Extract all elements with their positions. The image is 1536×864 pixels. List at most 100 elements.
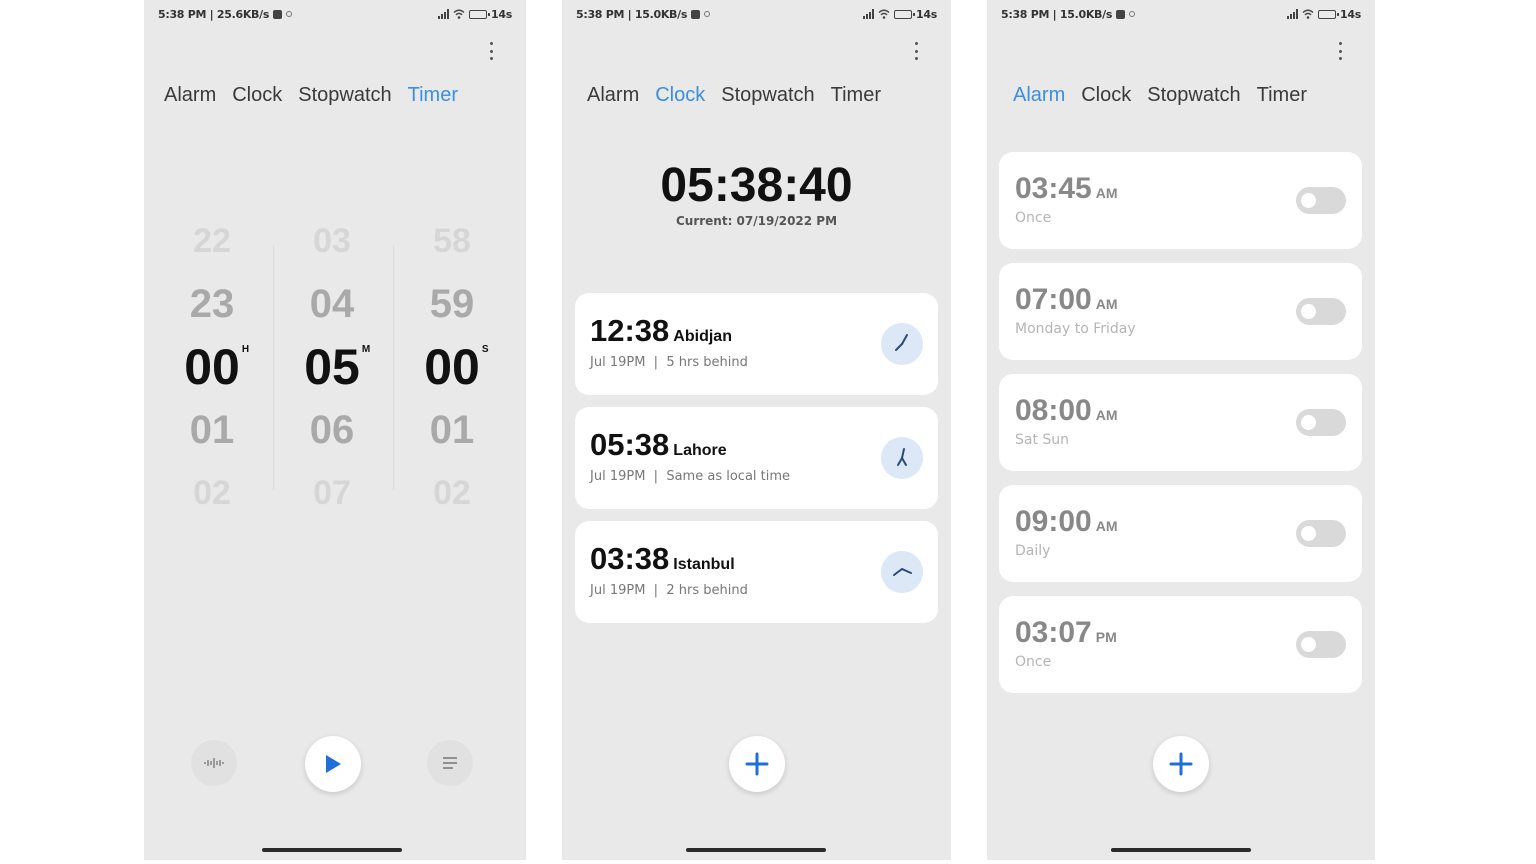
alarm-time: 07:00 — [1015, 283, 1092, 316]
city-offset: 5 hrs behind — [666, 355, 748, 370]
city-date: Jul 19PM — [590, 355, 646, 370]
wifi-icon — [878, 9, 890, 19]
alarm-toggle[interactable] — [1296, 631, 1346, 658]
tab-timer[interactable]: Timer — [1257, 84, 1307, 107]
alarm-time: 03:07 — [1015, 616, 1092, 649]
alarm-toggle[interactable] — [1296, 409, 1346, 436]
clock-face-icon — [881, 323, 923, 365]
more-vert-icon[interactable] — [1337, 42, 1343, 60]
notification-icon — [691, 9, 701, 19]
alarm-toggle[interactable] — [1296, 298, 1346, 325]
city-name: Istanbul — [673, 556, 735, 573]
battery-label: 14s — [491, 7, 512, 21]
sound-button[interactable] — [191, 740, 237, 786]
alarm-repeat: Once — [1015, 654, 1052, 670]
battery-icon — [469, 9, 491, 19]
play-icon — [326, 755, 341, 773]
tab-timer[interactable]: Timer — [408, 84, 458, 107]
alarm-ampm: AM — [1095, 407, 1118, 423]
picker-value: 04 — [309, 282, 355, 326]
tab-clock[interactable]: Clock — [232, 84, 282, 107]
picker-value: 02 — [433, 474, 471, 512]
alarm-ampm: AM — [1095, 185, 1118, 201]
city-offset: 2 hrs behind — [666, 583, 748, 598]
add-icon — [1169, 752, 1193, 776]
seconds-picker[interactable]: 58 59 00 S 01 02 — [397, 210, 507, 525]
hours-picker[interactable]: 22 23 00 H 01 02 — [157, 210, 267, 525]
wifi-icon — [453, 9, 465, 19]
alarm-toggle[interactable] — [1296, 187, 1346, 214]
alarm-card[interactable]: 08:00 AM Sat Sun — [999, 374, 1362, 471]
signal-icon — [1287, 9, 1299, 19]
alarm-repeat: Monday to Friday — [1015, 321, 1136, 337]
alarm-ampm: PM — [1095, 629, 1117, 645]
city-time: 05:38 — [590, 427, 670, 462]
status-time: 5:38 PM | 25.6KB/s — [158, 7, 270, 21]
picker-value: 07 — [313, 474, 351, 512]
tab-clock[interactable]: Clock — [655, 84, 705, 107]
picker-value: 22 — [193, 222, 231, 260]
tab-alarm[interactable]: Alarm — [587, 84, 639, 107]
local-time: 05:38:40 — [660, 159, 853, 212]
picker-selected-value: 05 M — [277, 336, 387, 399]
alarm-time: 03:45 — [1015, 172, 1092, 205]
alarm-card[interactable]: 03:07 PM Once — [999, 596, 1362, 693]
alarm-card[interactable]: 07:00 AM Monday to Friday — [999, 263, 1362, 360]
wifi-icon — [1302, 9, 1314, 19]
timer-screen: 5:38 PM | 25.6KB/s 14s Alarm Clock Stopw… — [144, 0, 526, 860]
home-indicator[interactable] — [1111, 848, 1251, 852]
home-indicator[interactable] — [262, 848, 402, 852]
timer-list-button[interactable] — [427, 740, 473, 786]
notification-icon — [1116, 9, 1126, 19]
tab-stopwatch[interactable]: Stopwatch — [721, 84, 814, 107]
home-indicator[interactable] — [686, 848, 826, 852]
tab-clock[interactable]: Clock — [1081, 84, 1131, 107]
notification-dot-icon — [286, 11, 293, 17]
alarm-card[interactable]: 09:00 AM Daily — [999, 485, 1362, 582]
status-bar: 5:38 PM | 15.0KB/s 14s — [1001, 6, 1361, 22]
status-time: 5:38 PM | 15.0KB/s — [576, 7, 688, 21]
picker-unit: M — [361, 344, 371, 355]
city-time: 12:38 — [590, 313, 670, 348]
tab-bar: Alarm Clock Stopwatch Timer — [587, 84, 881, 107]
alarm-repeat: Sat Sun — [1015, 432, 1070, 448]
tab-stopwatch[interactable]: Stopwatch — [1147, 84, 1240, 107]
add-icon — [745, 752, 769, 776]
minutes-picker[interactable]: 03 04 05 M 06 07 — [277, 210, 387, 525]
current-date: Current: 07/19/2022 PM — [675, 214, 838, 228]
picker-value: 23 — [189, 282, 235, 326]
battery-icon — [1318, 9, 1340, 19]
tab-alarm[interactable]: Alarm — [164, 84, 216, 107]
picker-selected-value: 00 H — [157, 336, 267, 399]
start-timer-button[interactable] — [305, 736, 361, 792]
add-alarm-button[interactable] — [1153, 736, 1209, 792]
picker-unit: S — [481, 344, 489, 355]
picker-value: 01 — [189, 408, 235, 452]
city-offset: Same as local time — [666, 469, 791, 484]
alarm-toggle[interactable] — [1296, 520, 1346, 547]
tab-alarm[interactable]: Alarm — [1013, 84, 1065, 107]
alarm-time: 08:00 — [1015, 394, 1092, 427]
alarm-card[interactable]: 03:45 AM Once — [999, 152, 1362, 249]
battery-label: 14s — [916, 7, 937, 21]
tab-timer[interactable]: Timer — [831, 84, 881, 107]
world-clock-card[interactable]: 05:38 Lahore Jul 19PM | Same as local tim… — [575, 407, 938, 509]
picker-value: 03 — [313, 222, 351, 260]
alarm-ampm: AM — [1095, 296, 1118, 312]
alarm-time: 09:00 — [1015, 505, 1092, 538]
signal-icon — [438, 9, 450, 19]
notification-dot-icon — [1129, 11, 1136, 17]
tab-stopwatch[interactable]: Stopwatch — [298, 84, 391, 107]
city-date: Jul 19PM — [590, 469, 646, 484]
status-time: 5:38 PM | 15.0KB/s — [1001, 7, 1113, 21]
world-clock-card[interactable]: 03:38 Istanbul Jul 19PM | 2 hrs behind — [575, 521, 938, 623]
add-city-button[interactable] — [729, 736, 785, 792]
world-clock-card[interactable]: 12:38 Abidjan Jul 19PM | 5 hrs behind — [575, 293, 938, 395]
picker-value: 58 — [433, 222, 471, 260]
clock-face-icon — [881, 437, 923, 479]
more-vert-icon[interactable] — [913, 42, 919, 60]
sound-icon — [204, 758, 224, 768]
picker-value: 06 — [309, 408, 355, 452]
battery-label: 14s — [1340, 7, 1361, 21]
more-vert-icon[interactable] — [488, 42, 494, 60]
